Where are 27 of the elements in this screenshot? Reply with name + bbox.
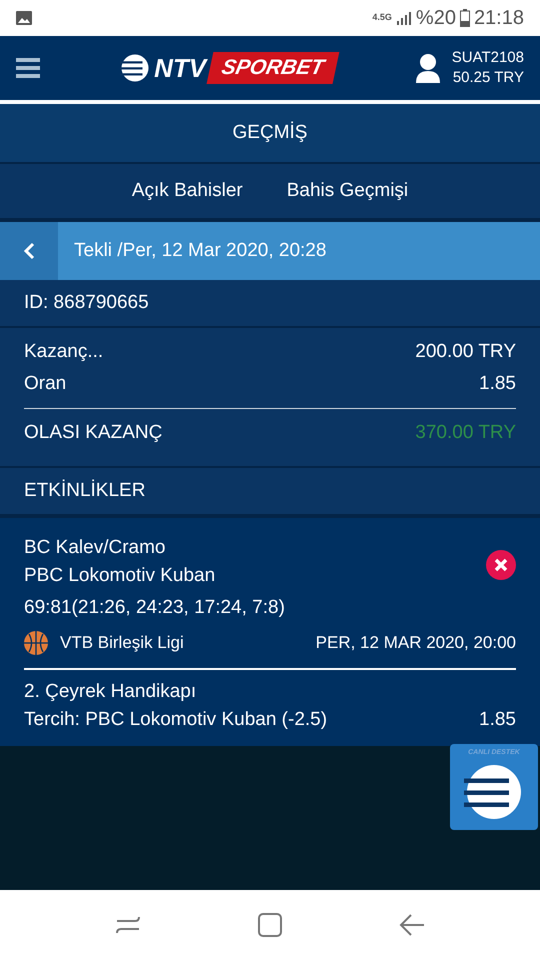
selection: Tercih: PBC Lokomotiv Kuban (-2.5)	[24, 708, 328, 732]
event-date: PER, 12 MAR 2020, 20:00	[316, 632, 516, 654]
clock: 21:18	[474, 6, 524, 31]
match-score: 69:81(21:26, 24:23, 17:24, 7:8)	[24, 596, 285, 620]
selection-odds: 1.85	[479, 708, 516, 732]
summary-label: Kazanç...	[24, 340, 104, 364]
page-title: GEÇMİŞ	[0, 104, 540, 164]
bet-id: ID: 868790665	[0, 280, 540, 328]
summary-value: 370.00 TRY	[415, 421, 516, 446]
home-team: BC Kalev/Cramo	[24, 536, 166, 560]
balance: 50.25 TRY	[452, 68, 524, 88]
bet-title: Tekli /Per, 12 Mar 2020, 20:28	[74, 238, 326, 263]
away-team: PBC Lokomotiv Kuban	[24, 564, 216, 588]
battery-percent: %20	[416, 6, 456, 31]
summary-value: 1.85	[479, 372, 516, 396]
username: SUAT2108	[452, 48, 524, 68]
logo-text: NTV	[154, 52, 206, 84]
summary-value: 200.00 TRY	[415, 340, 516, 364]
network-type: 4.5G	[372, 11, 392, 24]
section-title: ETKİNLİKLER	[0, 468, 540, 518]
summary-label: OLASI KAZANÇ	[24, 421, 162, 446]
market-name: 2. Çeyrek Handikapı	[24, 680, 198, 704]
summary-label: Oran	[24, 372, 66, 396]
tab[interactable]: Açık Bahisler	[132, 176, 243, 206]
logo-badge: SPORBET	[206, 52, 339, 84]
tab[interactable]: Bahis Geçmişi	[286, 176, 408, 206]
league-name: VTB Birleşik Ligi	[60, 632, 184, 654]
